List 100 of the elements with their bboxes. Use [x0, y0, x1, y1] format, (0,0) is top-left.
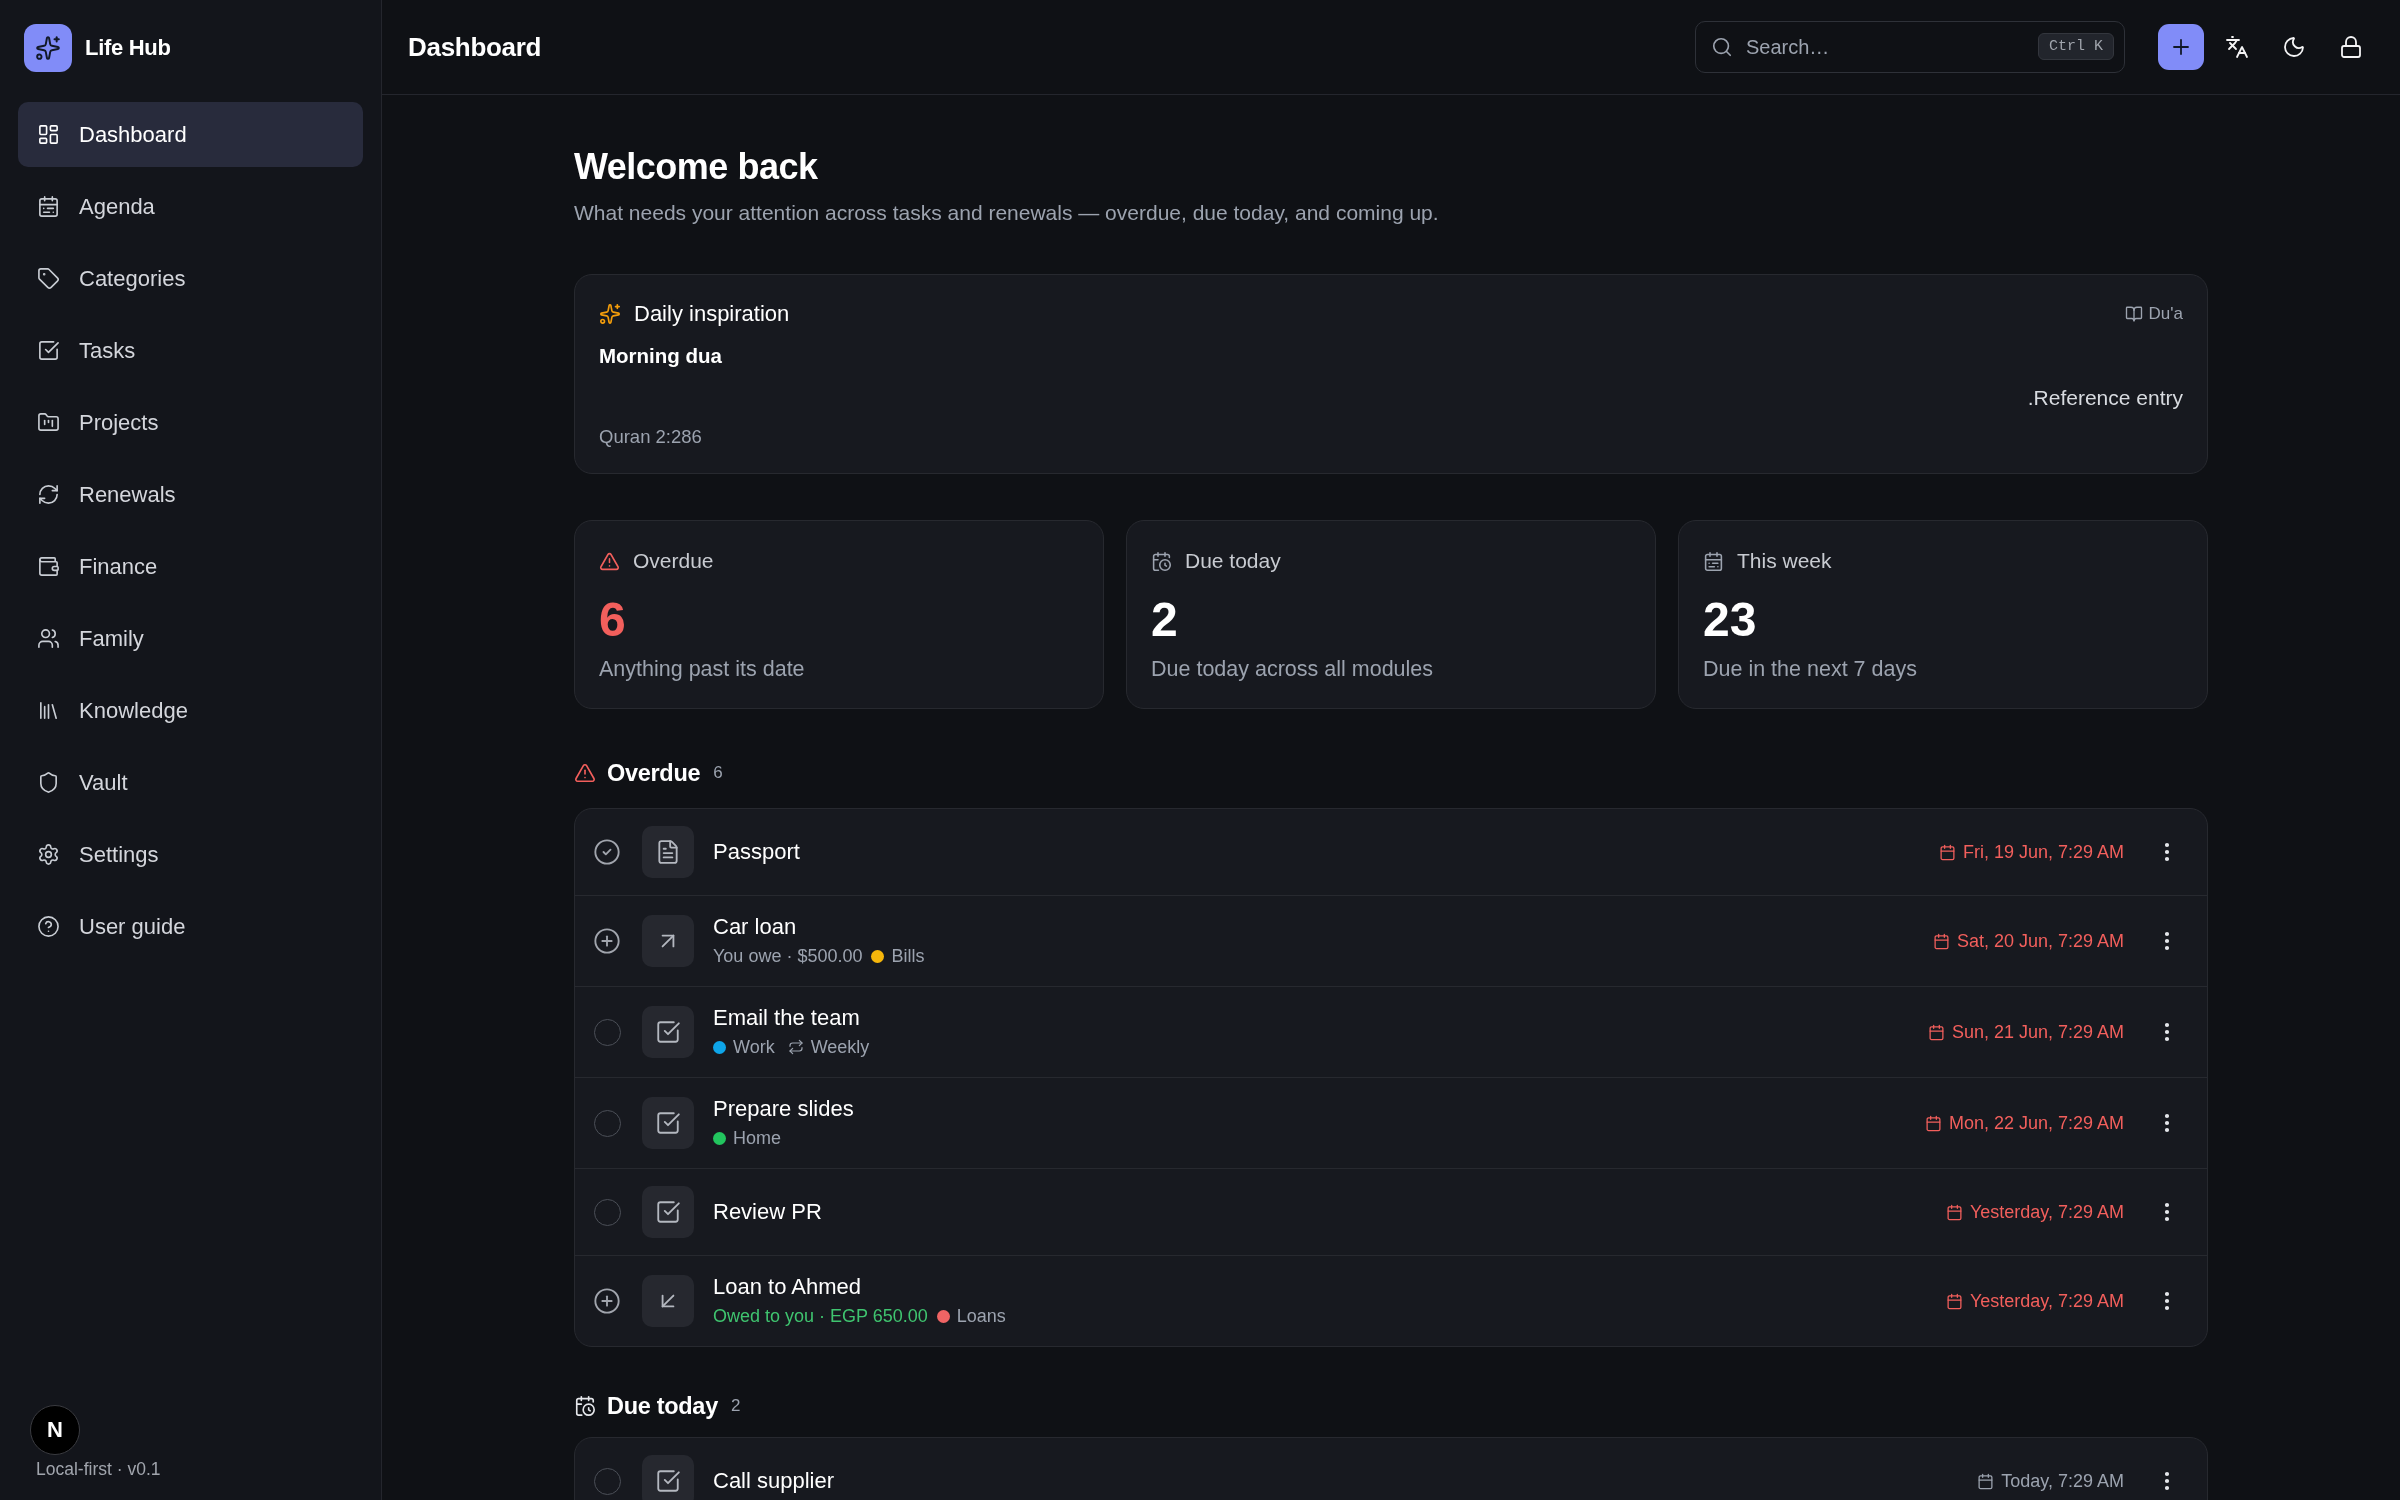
item-title: Car loan: [713, 913, 797, 941]
stat-label: Due today: [1185, 549, 1281, 573]
nav-item[interactable]: Agenda: [18, 174, 363, 239]
item-title: Call supplier: [713, 1467, 835, 1495]
item-count: 2: [730, 1396, 741, 1416]
due-date: Today, 7:29 AM: [2001, 1470, 2124, 1492]
stat-caption: Due today across all modules: [1151, 656, 1434, 683]
plus-circle-icon[interactable]: [593, 1287, 621, 1315]
nav-item[interactable]: User guide: [18, 894, 363, 959]
warning-icon: [574, 762, 596, 784]
calendar-icon: [37, 195, 60, 218]
nav-item[interactable]: Knowledge: [18, 678, 363, 743]
tag-icon: [37, 267, 60, 290]
due-date: Sat, 20 Jun, 7:29 AM: [1956, 930, 2124, 952]
list-row[interactable]: Prepare slides Home Mon, 22 Jun, 7:29 AM: [575, 1077, 2207, 1168]
welcome-title: Welcome back: [574, 145, 819, 188]
checkbox-icon: [642, 1186, 694, 1238]
page-title: Dashboard: [408, 31, 542, 63]
calendar-icon: [1945, 1292, 1963, 1310]
entry-title: Morning dua: [599, 343, 722, 369]
nav-item[interactable]: Settings: [18, 822, 363, 887]
due-date: Yesterday, 7:29 AM: [1969, 1201, 2124, 1223]
refresh-icon: [37, 483, 60, 506]
calendar-icon: [1932, 932, 1950, 950]
lock-icon[interactable]: [2339, 35, 2363, 59]
check-circle-icon[interactable]: [593, 838, 621, 866]
sparkle-logo-icon: [24, 24, 72, 72]
nav-item[interactable]: Family: [18, 606, 363, 671]
due-date: Fri, 19 Jun, 7:29 AM: [1962, 841, 2124, 863]
list-row[interactable]: Email the team Work Weekly Sun, 21 Jun, 7:29 AM: [575, 986, 2207, 1077]
card-heading: Daily inspiration: [634, 301, 790, 327]
checkbox-icon: [37, 339, 60, 362]
list-row[interactable]: Call supplier Today, 7:29 AM: [575, 1438, 2207, 1500]
list-row[interactable]: Loan to Ahmed Owed to you · EGP 650.00 Loans Yesterday, 7:29 AM: [575, 1255, 2207, 1346]
item-title: Prepare slides: [713, 1095, 854, 1123]
nav-item[interactable]: Vault: [18, 750, 363, 815]
keyboard-shortcut: Ctrl K: [2038, 33, 2114, 60]
calendar-icon: [1945, 1203, 1963, 1221]
indicator-button[interactable]: N: [30, 1405, 80, 1455]
item-count: 6: [713, 763, 723, 783]
translate-icon[interactable]: [2225, 35, 2249, 59]
tag-label: Work: [733, 1036, 775, 1058]
calendar-clock-icon: [574, 1395, 596, 1417]
stat-value: 6: [599, 592, 626, 648]
plus-circle-icon[interactable]: [593, 927, 621, 955]
sparkle-icon: [599, 303, 621, 325]
amount-text: Owed to you · EGP 650.00: [713, 1305, 928, 1327]
document-icon: [642, 826, 694, 878]
tag-label: Home: [733, 1127, 781, 1149]
amount-text: You owe · $500.00: [713, 945, 863, 967]
arrow-down-left-icon: [642, 1275, 694, 1327]
calendar-icon: [1703, 550, 1724, 572]
stat-label: Overdue: [633, 549, 714, 573]
welcome-subtitle: What needs your attention across tasks and renewals — overdue, due today, and coming up.: [574, 200, 1440, 226]
book-icon: [2124, 305, 2143, 323]
grid-icon: [37, 123, 60, 146]
nav-item[interactable]: Dashboard: [18, 102, 363, 167]
folder-icon: [37, 411, 60, 434]
moon-icon[interactable]: [2282, 35, 2306, 59]
add-button[interactable]: [2158, 24, 2204, 70]
brand-name: Life Hub: [85, 35, 171, 61]
nav-item[interactable]: Categories: [18, 246, 363, 311]
section-title: Due today: [607, 1392, 718, 1420]
due-date: Yesterday, 7:29 AM: [1969, 1290, 2124, 1312]
books-icon: [37, 699, 60, 722]
version-text: Local-first · v0.1: [35, 1459, 161, 1480]
item-title: Passport: [713, 838, 800, 866]
calendar-icon: [1924, 1114, 1942, 1132]
arrow-up-right-icon: [642, 915, 694, 967]
due-date: Sun, 21 Jun, 7:29 AM: [1951, 1021, 2124, 1043]
source-reference: Quran 2:286: [599, 425, 702, 449]
repeat-label: Weekly: [810, 1036, 870, 1058]
nav-item[interactable]: Renewals: [18, 462, 363, 527]
search-icon: [1711, 36, 1733, 58]
entry-text: .Reference entry: [2027, 385, 2183, 411]
list-row[interactable]: Car loan You owe · $500.00 Bills Sat, 20 Jun, 7:29 AM: [575, 895, 2207, 986]
list-row[interactable]: Passport Fri, 19 Jun, 7:29 AM: [575, 809, 2207, 895]
list-row[interactable]: Review PR Yesterday, 7:29 AM: [575, 1168, 2207, 1255]
nav-item[interactable]: Projects: [18, 390, 363, 455]
stat-caption: Due in the next 7 days: [1703, 656, 1917, 683]
repeat-icon: [787, 1039, 804, 1055]
tag-label: Bills: [891, 945, 925, 967]
calendar-icon: [1927, 1023, 1945, 1041]
users-icon: [37, 627, 60, 650]
item-title: Email the team: [713, 1004, 860, 1032]
stat-value: 2: [1151, 592, 1178, 648]
nav-item[interactable]: Tasks: [18, 318, 363, 383]
item-title: Review PR: [713, 1198, 822, 1226]
shield-icon: [37, 771, 60, 794]
nav-item[interactable]: Finance: [18, 534, 363, 599]
stat-label: This week: [1737, 549, 1832, 573]
help-icon: [37, 915, 60, 938]
section-title: Overdue: [607, 759, 701, 787]
tag-label: Loans: [956, 1305, 1006, 1327]
due-date: Mon, 22 Jun, 7:29 AM: [1948, 1112, 2124, 1134]
wallet-icon: [37, 555, 60, 578]
calendar-clock-icon: [1151, 550, 1172, 572]
warning-icon: [599, 550, 620, 572]
settings-icon: [37, 843, 60, 866]
stat-value: 23: [1703, 592, 1757, 648]
